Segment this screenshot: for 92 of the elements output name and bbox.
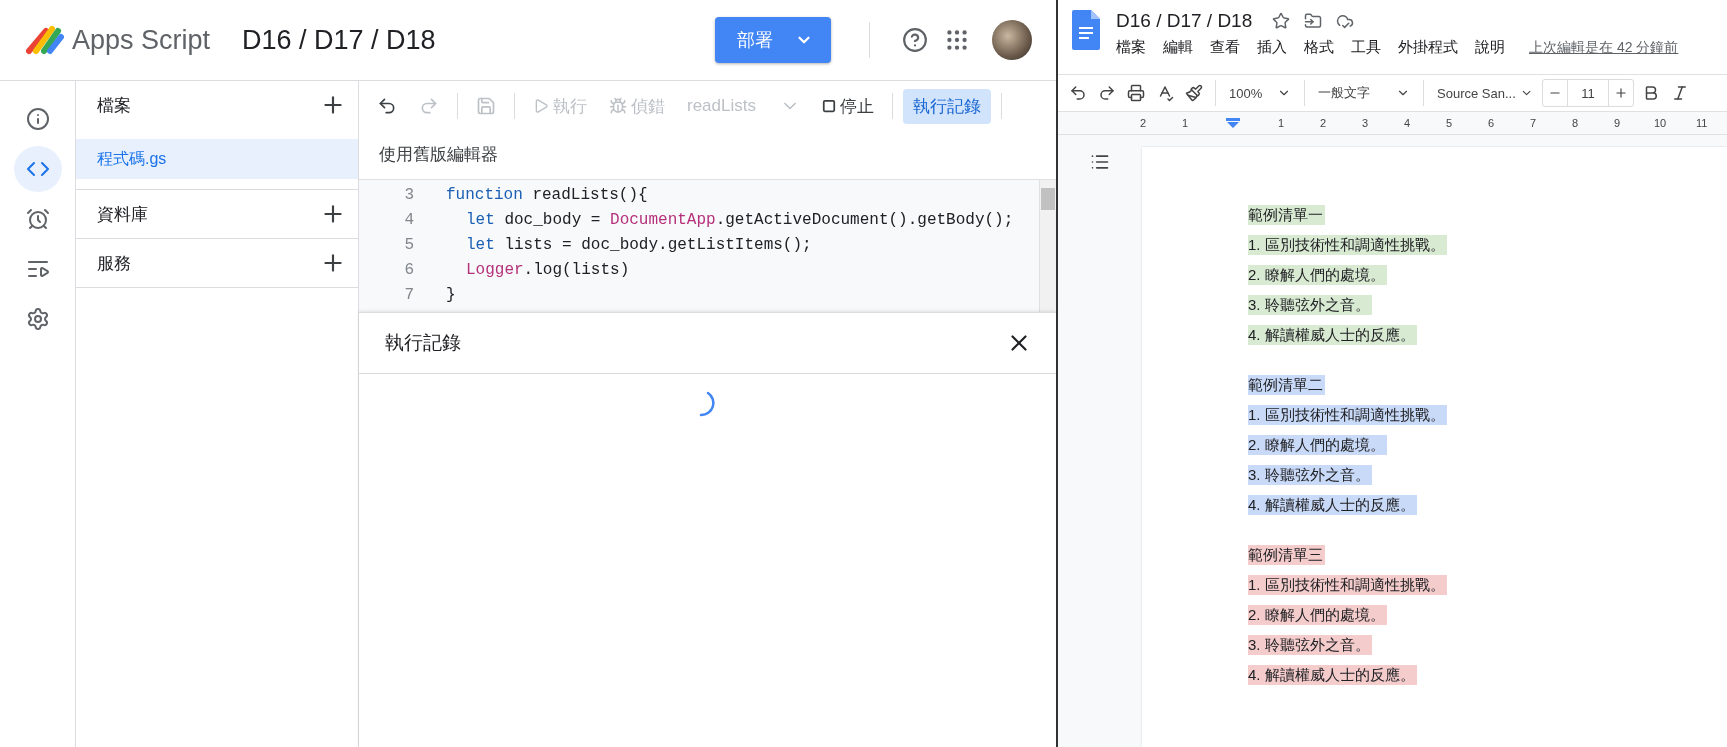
code-line: function readLists(){ bbox=[446, 185, 648, 204]
list-heading: 範例清單一 bbox=[1248, 205, 1325, 225]
log-panel-title: 執行記錄 bbox=[385, 331, 461, 355]
help-icon bbox=[902, 27, 928, 53]
menu-item[interactable]: 插入 bbox=[1257, 38, 1287, 57]
undo-icon bbox=[1069, 84, 1087, 102]
ruler-number: 9 bbox=[1612, 117, 1622, 129]
indent-marker-icon[interactable] bbox=[1226, 118, 1240, 128]
menu-item[interactable]: 格式 bbox=[1304, 38, 1334, 57]
line-number: 7 bbox=[403, 285, 414, 304]
redo-icon bbox=[1098, 84, 1116, 102]
list-icon bbox=[1090, 152, 1110, 172]
list-item: 4. 解讀權威人士的反應。 bbox=[1248, 325, 1417, 345]
menu-item[interactable]: 工具 bbox=[1351, 38, 1381, 57]
scrollbar[interactable] bbox=[1039, 180, 1056, 312]
docs-logo bbox=[1072, 10, 1100, 50]
ruler-number: 2 bbox=[1318, 117, 1328, 129]
list-item: 1. 區別技術性和調適性挑戰。 bbox=[1248, 235, 1447, 255]
list-item: 4. 解讀權威人士的反應。 bbox=[1248, 495, 1417, 515]
app-name: Apps Script bbox=[72, 24, 212, 56]
list-item: 1. 區別技術性和調適性挑戰。 bbox=[1248, 575, 1447, 595]
list-item: 3. 聆聽弦外之音。 bbox=[1248, 465, 1372, 485]
list-heading: 範例清單三 bbox=[1248, 545, 1325, 565]
last-edit-link[interactable]: 上次編輯是在 42 分鐘前 bbox=[1529, 38, 1679, 57]
play-icon bbox=[533, 98, 549, 114]
ruler-number: 4 bbox=[1402, 117, 1412, 129]
list-item: 2. 瞭解人們的處境。 bbox=[1248, 605, 1387, 625]
cloud-check-icon bbox=[1336, 12, 1355, 30]
printer-icon bbox=[1127, 84, 1145, 102]
star-icon bbox=[1272, 12, 1291, 30]
italic-icon bbox=[1671, 84, 1689, 102]
ruler-number: 8 bbox=[1570, 117, 1580, 129]
menu-item[interactable]: 查看 bbox=[1210, 38, 1240, 57]
stop-icon bbox=[822, 99, 836, 113]
ruler-number: 1 bbox=[1276, 117, 1286, 129]
folder-arrow-icon bbox=[1304, 12, 1323, 30]
ruler-number: 5 bbox=[1444, 117, 1454, 129]
code-line: } bbox=[446, 285, 456, 304]
execution-log-button[interactable]: 執行記錄 bbox=[903, 88, 991, 124]
code-line: let doc_body = DocumentApp.getActiveDocument().getBody(); bbox=[466, 210, 1014, 229]
list-item: 2. 瞭解人們的處境。 bbox=[1248, 435, 1387, 455]
menu-item[interactable]: 說明 bbox=[1475, 38, 1505, 57]
ruler-number: 3 bbox=[1360, 117, 1370, 129]
section-title: 服務 bbox=[97, 252, 131, 275]
font-select[interactable]: Source San... bbox=[1433, 85, 1537, 101]
paint-roller-icon bbox=[1185, 84, 1203, 102]
info-icon bbox=[25, 107, 50, 131]
list-heading: 範例清單二 bbox=[1248, 375, 1325, 395]
ruler-number: 7 bbox=[1528, 117, 1538, 129]
menu-item[interactable]: 檔案 bbox=[1116, 38, 1146, 57]
undo-icon bbox=[377, 96, 397, 116]
grid-icon bbox=[944, 27, 970, 53]
list-item: 4. 解讀權威人士的反應。 bbox=[1248, 665, 1417, 685]
section-title: 檔案 bbox=[97, 94, 131, 117]
plus-icon bbox=[1614, 86, 1628, 100]
code-editor[interactable]: 3 function readLists(){ 4 let doc_body = DocumentApp.getActiveDocument().getBody(); 5 let lists = doc_body.getListItems(); 6 Logger.log(lists) 7 } bbox=[359, 179, 1056, 312]
font-size-field[interactable]: 11 bbox=[1542, 79, 1634, 107]
apps-script-logo bbox=[26, 25, 64, 55]
code-line: let lists = doc_body.getListItems(); bbox=[466, 235, 812, 254]
ruler-number: 6 bbox=[1486, 117, 1496, 129]
line-number: 5 bbox=[403, 235, 414, 254]
legacy-editor-link[interactable]: 使用舊版編輯器 bbox=[359, 131, 518, 179]
menu-item[interactable]: 外掛程式 bbox=[1398, 38, 1458, 57]
line-number: 3 bbox=[403, 185, 414, 204]
list-item: 3. 聆聽弦外之音。 bbox=[1248, 635, 1372, 655]
line-number: 4 bbox=[403, 210, 414, 229]
settings-icon bbox=[25, 307, 50, 331]
menu-item[interactable]: 編輯 bbox=[1163, 38, 1193, 57]
list-item: 2. 瞭解人們的處境。 bbox=[1248, 265, 1387, 285]
stop-button[interactable]: 停止 bbox=[814, 90, 882, 122]
section-title: 資料庫 bbox=[97, 203, 148, 226]
list-item: 3. 聆聽弦外之音。 bbox=[1248, 295, 1372, 315]
code-rail-button[interactable] bbox=[13, 146, 62, 192]
document-title: D16 / D17 / D18 bbox=[1116, 10, 1253, 32]
scrollbar-thumb[interactable] bbox=[1041, 188, 1055, 210]
style-select[interactable]: 一般文字 bbox=[1314, 84, 1414, 102]
line-number: 6 bbox=[403, 260, 414, 279]
bug-icon bbox=[609, 97, 627, 115]
avatar[interactable] bbox=[992, 20, 1032, 60]
code-line: Logger.log(lists) bbox=[466, 260, 630, 279]
file-item[interactable]: 程式碼.gs bbox=[76, 139, 358, 179]
ruler-number: 2 bbox=[1138, 117, 1148, 129]
ruler-number: 11 bbox=[1696, 117, 1706, 129]
redo-icon bbox=[419, 96, 439, 116]
zoom-select[interactable]: 100% bbox=[1225, 85, 1295, 101]
save-icon bbox=[476, 96, 496, 116]
ruler-number: 10 bbox=[1654, 117, 1664, 129]
deploy-button[interactable]: 部署 bbox=[715, 17, 831, 63]
ruler-number: 1 bbox=[1180, 117, 1190, 129]
alarm-clock-icon bbox=[25, 207, 50, 231]
project-title: D16 / D17 / D18 bbox=[242, 24, 437, 56]
list-item: 1. 區別技術性和調適性挑戰。 bbox=[1248, 405, 1447, 425]
